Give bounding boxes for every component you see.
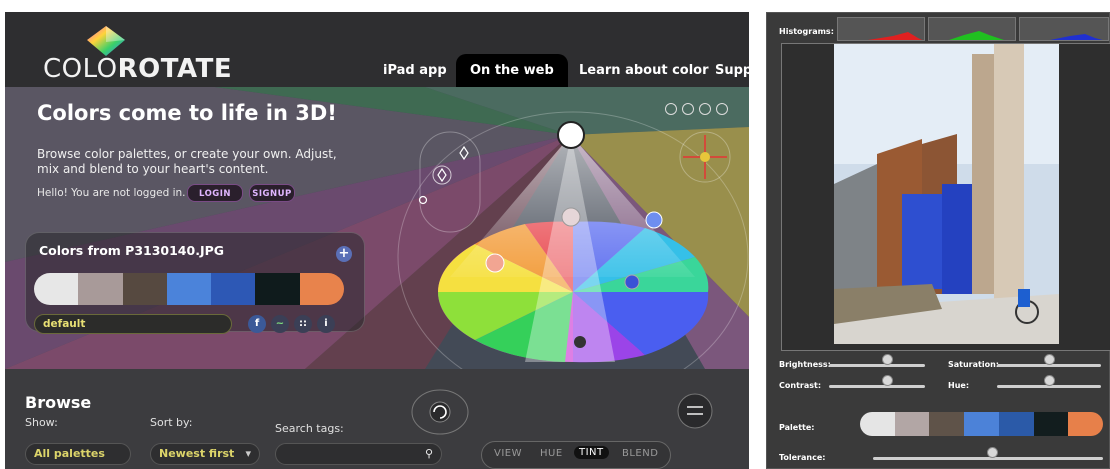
site-header: COLOROTATE iPad app On the web Learn abo…	[5, 12, 749, 87]
extracted-palette-swatches[interactable]	[860, 412, 1103, 436]
sort-select[interactable]: Newest first ▾	[150, 443, 260, 465]
brightness-slider[interactable]	[829, 364, 925, 367]
show-select[interactable]: All palettes	[25, 443, 131, 465]
tab-tint[interactable]: TINT	[574, 446, 609, 459]
settings-sliders-icon[interactable]	[675, 391, 715, 431]
swatch[interactable]	[1033, 412, 1069, 436]
light-mode-icon[interactable]	[665, 103, 677, 115]
browse-title: Browse	[25, 393, 92, 412]
palette-name-field[interactable]: default	[34, 314, 232, 334]
browse-section: Browse Show: All palettes Sort by: Newes…	[5, 369, 749, 469]
histogram-blue	[1019, 17, 1109, 41]
nav-learn-about-color[interactable]: Learn about color	[579, 54, 709, 87]
palette-panel: Colors from P3130140.JPG + default f ~ :…	[25, 232, 365, 334]
tab-hue[interactable]: HUE	[540, 448, 563, 459]
brand-thin: COLO	[43, 54, 118, 84]
histograms-label: Histograms:	[779, 27, 834, 36]
facebook-icon[interactable]: f	[248, 315, 266, 333]
login-status-text: Hello! You are not logged in.	[37, 187, 186, 199]
histogram-green	[928, 17, 1016, 41]
tab-blend[interactable]: BLEND	[622, 448, 658, 459]
view-mode-icon-4[interactable]	[716, 103, 728, 115]
hue-slider-knob[interactable]	[1044, 375, 1055, 386]
nav-on-the-web[interactable]: On the web	[456, 54, 568, 87]
hero-area: Colors come to life in 3D! Browse color …	[5, 87, 749, 369]
swatch[interactable]	[166, 273, 212, 305]
histogram-red	[837, 17, 925, 41]
rotate-control-icon[interactable]	[410, 387, 470, 437]
show-label: Show:	[25, 416, 58, 429]
hero-subtitle: Browse color palettes, or create your ow…	[37, 147, 337, 176]
saturation-slider-knob[interactable]	[1044, 354, 1055, 365]
sort-select-value: Newest first	[159, 447, 235, 460]
view-mode-tabs: VIEW HUE TINT BLEND	[481, 441, 671, 469]
palette-title: Colors from P3130140.JPG	[39, 243, 225, 258]
search-icon[interactable]: ⚲	[425, 444, 433, 464]
logo-icon	[87, 26, 125, 56]
signup-button[interactable]: SIGNUP	[249, 184, 295, 202]
swatch[interactable]	[299, 273, 344, 305]
brightness-slider-knob[interactable]	[882, 354, 893, 365]
contrast-slider-knob[interactable]	[882, 375, 893, 386]
swatch[interactable]	[894, 412, 930, 436]
tolerance-slider[interactable]	[873, 457, 1103, 460]
brightness-label: Brightness:	[779, 360, 831, 369]
swatch[interactable]	[998, 412, 1034, 436]
sort-label: Sort by:	[150, 416, 193, 429]
swatch[interactable]	[860, 412, 895, 436]
palette-swatches[interactable]	[34, 273, 344, 305]
tab-view[interactable]: VIEW	[494, 448, 522, 459]
nav-ipad-app[interactable]: iPad app	[383, 54, 447, 87]
nav-support[interactable]: Supp	[715, 54, 749, 87]
search-tags-label: Search tags:	[275, 422, 344, 435]
swatch[interactable]	[1068, 412, 1103, 436]
login-button[interactable]: LOGIN	[187, 184, 243, 202]
photo-image[interactable]	[782, 44, 1110, 352]
hue-label: Hue:	[948, 381, 970, 390]
histogram-blue-chart	[1050, 34, 1103, 40]
swatch[interactable]	[255, 273, 300, 305]
swatch[interactable]	[122, 273, 167, 305]
contrast-label: Contrast:	[779, 381, 822, 390]
histogram-green-chart	[949, 31, 1004, 40]
swatch[interactable]	[78, 273, 123, 305]
saturation-label: Saturation:	[948, 360, 999, 369]
view-mode-icon-3[interactable]	[699, 103, 711, 115]
tolerance-slider-knob[interactable]	[987, 447, 998, 458]
photo-frame	[781, 43, 1110, 351]
chevron-down-icon: ▾	[245, 447, 251, 460]
swatch[interactable]	[211, 273, 256, 305]
photo-editor-panel: Histograms: Brightness: Saturation: Cont…	[766, 12, 1110, 469]
brand-wordmark[interactable]: COLOROTATE	[43, 54, 232, 84]
swatch[interactable]	[34, 273, 79, 305]
tolerance-label: Tolerance:	[779, 453, 826, 462]
share-icon[interactable]: ~	[271, 315, 289, 333]
view-mode-icon-2[interactable]	[682, 103, 694, 115]
brand-bold: ROTATE	[117, 54, 233, 84]
swatch[interactable]	[964, 412, 999, 436]
grid-icon[interactable]: ::	[294, 315, 312, 333]
add-palette-icon[interactable]: +	[336, 246, 352, 262]
palette-label: Palette:	[779, 423, 815, 432]
hero-title: Colors come to life in 3D!	[37, 101, 337, 125]
info-icon[interactable]: i	[317, 315, 335, 333]
search-tags-input[interactable]: ⚲	[275, 443, 442, 465]
swatch[interactable]	[929, 412, 965, 436]
contrast-slider[interactable]	[829, 385, 925, 388]
colorotate-app: COLOROTATE iPad app On the web Learn abo…	[5, 12, 749, 469]
histogram-red-chart	[868, 32, 922, 40]
